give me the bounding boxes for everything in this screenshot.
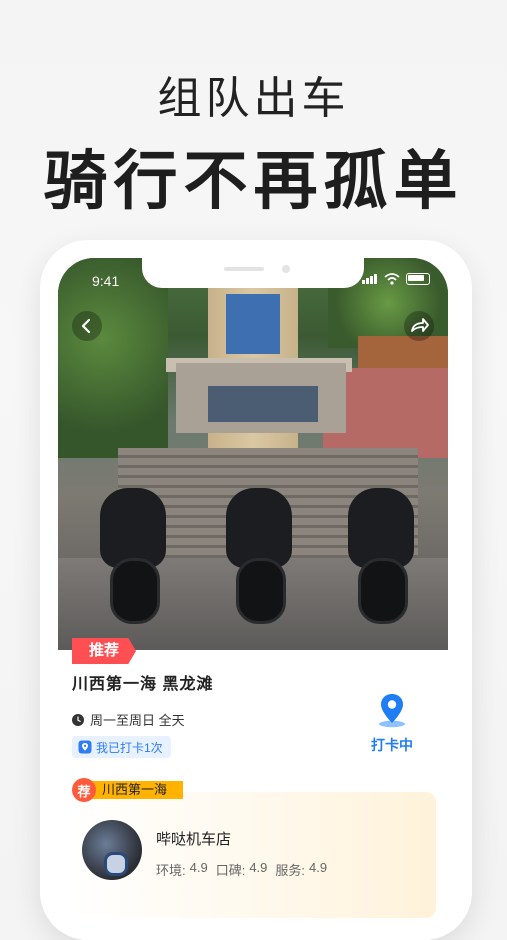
motorcycle (82, 468, 182, 624)
checkin-count-badge: 我已打卡1次 (72, 736, 171, 758)
signal-icon (362, 274, 378, 284)
rating-label: 服务: (275, 863, 306, 878)
status-time: 9:41 (92, 273, 120, 289)
phone-screen: 9:41 推荐 川西第一海 黑龙滩 周一至周日 全天 我已打卡1次 打卡中 哔哒… (58, 258, 448, 918)
rating-value: 4.9 (189, 860, 208, 875)
back-arrow-icon (81, 318, 91, 334)
shop-avatar (82, 820, 142, 880)
headline-subtitle: 骑行不再孤单 (43, 145, 464, 217)
location-pin-icon (379, 694, 405, 728)
clock-icon (72, 713, 84, 726)
rating-value: 4.9 (249, 860, 268, 875)
shop-card[interactable]: 哔哒机车店 环境: 4.9 口碑: 4.9 服务: 4.9 (68, 792, 436, 918)
rating-label: 口碑: (215, 863, 246, 878)
opening-hours-text: 周一至周日 全天 (90, 713, 185, 728)
share-icon (411, 318, 429, 332)
section-tag: 荐 川西第一海 (72, 778, 184, 802)
recommend-tag: 推荐 (72, 638, 136, 664)
checkin-button[interactable]: 打卡中 (364, 692, 420, 755)
status-bar: 9:41 (58, 258, 448, 302)
checkin-count-text: 我已打卡1次 (96, 740, 163, 755)
place-title: 川西第一海 黑龙滩 (72, 676, 214, 693)
motorcycle (330, 468, 430, 624)
rating-label: 环境: (156, 863, 186, 878)
hero-photo (58, 258, 448, 650)
battery-icon (406, 273, 430, 285)
phone-notch (142, 258, 364, 288)
location-pin-icon (78, 740, 92, 754)
headline-title: 组队出车 (157, 74, 350, 123)
rating-value: 4.9 (309, 860, 328, 875)
shop-name: 哔哒机车店 (156, 831, 232, 848)
section-tag-label: 川西第一海 (90, 781, 184, 799)
recommend-badge-icon: 荐 (72, 778, 96, 802)
shop-ratings: 环境: 4.9 口碑: 4.9 服务: 4.9 (156, 860, 327, 879)
checkin-button-label: 打卡中 (371, 737, 413, 753)
back-button[interactable] (72, 311, 102, 341)
share-button[interactable] (404, 311, 434, 341)
opening-hours: 周一至周日 全天 (72, 710, 185, 729)
motorcycle (208, 468, 308, 624)
wifi-icon (384, 273, 400, 285)
